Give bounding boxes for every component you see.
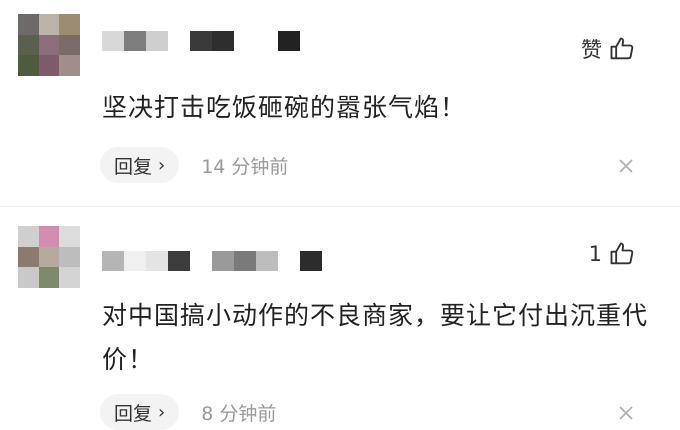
- chevron-right-icon: ›: [158, 154, 166, 176]
- comment-text: 坚决打击吃饭砸碗的嚣张气焰！: [102, 93, 467, 122]
- username-pixel: [234, 251, 256, 271]
- avatar-pixel: [38, 226, 60, 247]
- avatar-pixel: [18, 14, 39, 35]
- username-pixel: [168, 31, 190, 51]
- username-pixel: [256, 251, 278, 271]
- comment-time: 8 分钟前: [201, 402, 277, 425]
- avatar-pixel: [59, 226, 80, 247]
- username-pixel: [278, 31, 300, 51]
- avatar-pixel: [59, 55, 80, 76]
- avatar-pixel: [59, 246, 80, 268]
- username-pixel: [212, 31, 234, 51]
- like-button[interactable]: 1: [589, 240, 636, 268]
- username-pixel: [146, 251, 168, 271]
- username-pixel: [190, 31, 212, 51]
- thumbs-up-icon: [610, 37, 634, 60]
- avatar-pixel: [18, 267, 39, 288]
- avatar-pixel: [38, 34, 60, 56]
- username-pixel: [278, 251, 300, 271]
- reply-label: 回复: [114, 402, 153, 425]
- username-pixel: [146, 31, 168, 51]
- comment-time: 14 分钟前: [201, 155, 289, 178]
- avatar[interactable]: [18, 14, 80, 76]
- avatar-pixel: [18, 55, 39, 76]
- avatar-pixel: [38, 55, 60, 76]
- thumbs-up-icon: [610, 242, 634, 265]
- username-pixel: [124, 251, 146, 271]
- avatar-pixel: [18, 246, 39, 268]
- avatar-pixel: [59, 14, 80, 35]
- avatar-pixel: [18, 34, 39, 56]
- avatar[interactable]: [18, 226, 80, 288]
- like-label: 赞: [581, 38, 602, 62]
- chevron-right-icon: ›: [158, 401, 166, 423]
- username-pixel: [102, 31, 124, 51]
- reply-label: 回复: [114, 155, 153, 178]
- close-icon[interactable]: [616, 156, 636, 176]
- avatar-pixel: [38, 267, 60, 288]
- avatar-pixel: [38, 14, 60, 35]
- username-pixel: [124, 31, 146, 51]
- username[interactable]: [102, 30, 300, 52]
- avatar-pixel: [38, 246, 60, 268]
- avatar-pixel: [59, 267, 80, 288]
- avatar-pixel: [18, 226, 39, 247]
- username-pixel: [300, 251, 322, 271]
- username-pixel: [190, 251, 212, 271]
- reply-button[interactable]: 回复 ›: [100, 147, 180, 183]
- close-icon[interactable]: [616, 403, 636, 423]
- like-count: 1: [588, 242, 602, 266]
- like-button[interactable]: 赞: [581, 34, 636, 64]
- username-pixel: [102, 251, 124, 271]
- username-pixel: [256, 31, 278, 51]
- divider: [0, 206, 680, 207]
- avatar-pixel: [59, 34, 80, 56]
- username-pixel: [234, 31, 256, 51]
- username[interactable]: [102, 250, 322, 272]
- reply-button[interactable]: 回复 ›: [100, 394, 180, 430]
- comment-text: 对中国搞小动作的不良商家，要让它付出沉重代价！: [102, 301, 649, 374]
- username-pixel: [212, 251, 234, 271]
- username-pixel: [168, 251, 190, 271]
